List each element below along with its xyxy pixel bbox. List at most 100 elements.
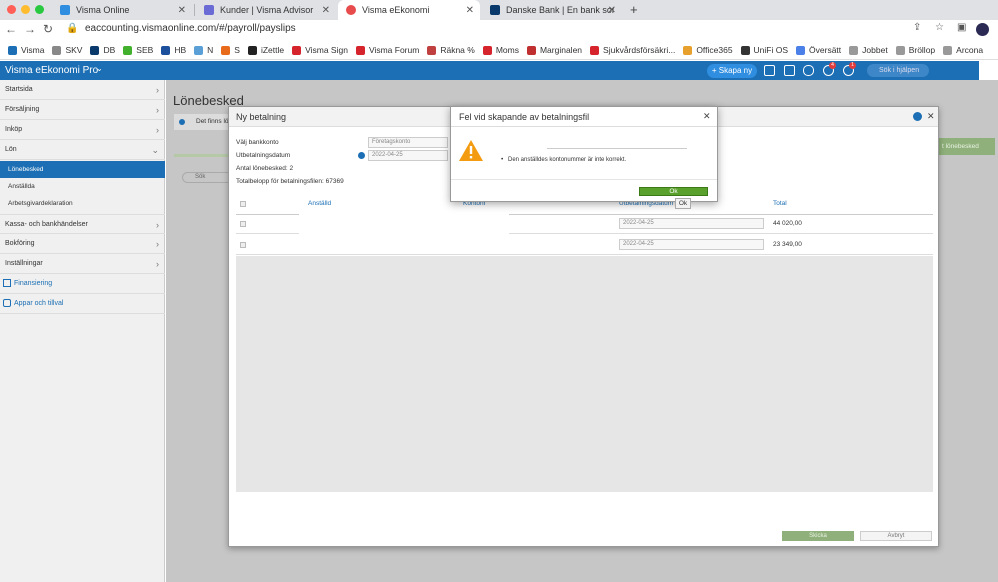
back-icon[interactable]: ← bbox=[5, 22, 17, 36]
payout-date-field[interactable]: 2022-04-25 bbox=[368, 150, 448, 161]
bookmark-item[interactable]: Jobbet bbox=[849, 45, 888, 55]
chat-icon[interactable] bbox=[803, 65, 814, 76]
bank-account-select[interactable]: Företagskonto bbox=[368, 137, 448, 148]
close-icon[interactable]: ✕ bbox=[927, 111, 935, 122]
bookmark-item[interactable]: Visma bbox=[8, 45, 44, 55]
bookmark-item[interactable]: iZettle bbox=[247, 45, 285, 55]
bookmark-item[interactable]: Arcona bbox=[943, 45, 983, 55]
bookmark-item[interactable]: Översätt bbox=[796, 45, 841, 55]
minimize-window-icon[interactable] bbox=[21, 5, 30, 14]
table-empty-area bbox=[236, 256, 933, 492]
browser-tab[interactable]: Visma Online ✕ bbox=[52, 0, 192, 20]
help-search-input[interactable]: Sök i hjälpen bbox=[867, 64, 929, 77]
close-tab-icon[interactable]: ✕ bbox=[608, 5, 616, 16]
close-tab-icon[interactable]: ✕ bbox=[466, 5, 474, 16]
bookmark-label: Jobbet bbox=[862, 45, 888, 55]
divider bbox=[547, 148, 687, 149]
sidebar-icon[interactable]: ▣ bbox=[957, 22, 966, 33]
profile-avatar[interactable] bbox=[976, 23, 989, 36]
bookmark-item[interactable]: Office365 bbox=[683, 45, 733, 55]
bookmark-star-icon[interactable]: ☆ bbox=[935, 22, 944, 33]
sidebar-item-kassa[interactable]: Kassa- och bankhändelser › bbox=[0, 214, 165, 234]
danske-favicon-icon bbox=[490, 5, 500, 15]
browser-tab-active[interactable]: Visma eEkonomi ✕ bbox=[338, 0, 480, 20]
redacted-area bbox=[299, 213, 509, 251]
bookmark-icon bbox=[427, 45, 437, 55]
close-window-icon[interactable] bbox=[7, 5, 16, 14]
row-checkbox[interactable] bbox=[240, 242, 246, 248]
bookmark-label: N bbox=[207, 45, 214, 55]
new-payslip-button[interactable]: t lönebesked bbox=[936, 138, 995, 155]
browser-tab[interactable]: Kunder | Visma Advisor ✕ bbox=[196, 0, 336, 20]
sidebar-subitem-anstallda[interactable]: Anställda bbox=[0, 178, 165, 195]
url-field[interactable]: eaccounting.vismaonline.com/#/payroll/pa… bbox=[85, 23, 296, 34]
sidebar-item-forsaljning[interactable]: Försäljning › bbox=[0, 100, 165, 120]
new-tab-button[interactable]: + bbox=[630, 2, 638, 17]
sidebar-item-appar[interactable]: Appar och tillval bbox=[0, 294, 165, 314]
bookmark-icon bbox=[123, 45, 133, 55]
bookmark-label: iZettle bbox=[260, 45, 285, 55]
sidebar-item-bokforing[interactable]: Bokföring › bbox=[0, 234, 165, 254]
bookmark-item[interactable]: DB bbox=[90, 45, 115, 55]
sidebar-item-label: Inställningar bbox=[5, 260, 43, 267]
close-tab-icon[interactable]: ✕ bbox=[322, 5, 330, 16]
bookmark-item[interactable]: UniFi OS bbox=[740, 45, 788, 55]
sidebar-subitem-arbetsgivardeklaration[interactable]: Arbetsgivardeklaration bbox=[0, 195, 165, 212]
row-date-field[interactable]: 2022-04-25 bbox=[619, 218, 764, 229]
column-header-anstalld[interactable]: Anställd bbox=[308, 200, 331, 207]
send-button[interactable]: Skicka bbox=[782, 531, 854, 541]
document-icon[interactable] bbox=[764, 65, 775, 76]
bookmark-item[interactable]: Visma Forum bbox=[355, 45, 419, 55]
close-tab-icon[interactable]: ✕ bbox=[178, 5, 186, 16]
ok-button[interactable]: Ok bbox=[639, 187, 708, 196]
row-checkbox[interactable] bbox=[240, 221, 246, 227]
bank-icon bbox=[3, 279, 11, 287]
browser-tab[interactable]: Danske Bank | En bank som gö ✕ bbox=[482, 0, 622, 20]
close-icon[interactable]: ✕ bbox=[703, 111, 711, 122]
search-input[interactable]: Sök bbox=[182, 172, 232, 183]
search-placeholder: Sök bbox=[195, 174, 206, 180]
bookmark-item[interactable]: Räkna % bbox=[427, 45, 475, 55]
sidebar-subitem-lonebesked[interactable]: Lönebesked bbox=[0, 161, 165, 178]
sidebar-item-label: Lön bbox=[5, 146, 17, 153]
share-icon[interactable]: ⇪ bbox=[913, 22, 921, 33]
app-brand[interactable]: Visma eEkonomi Pro bbox=[5, 65, 98, 76]
bookmark-item[interactable]: N bbox=[194, 45, 213, 55]
bookmark-icon bbox=[8, 45, 17, 55]
bookmark-item[interactable]: SEB bbox=[123, 45, 153, 55]
print-icon[interactable] bbox=[784, 65, 795, 76]
create-new-button[interactable]: + Skapa ny bbox=[707, 64, 757, 78]
sidebar-item-inkop[interactable]: Inköp › bbox=[0, 120, 165, 140]
bookmark-item[interactable]: S bbox=[221, 45, 240, 55]
reload-icon[interactable]: ↻ bbox=[43, 22, 53, 36]
error-dialog-title: Fel vid skapande av betalningsfil bbox=[459, 112, 590, 122]
eekonomi-favicon-icon bbox=[346, 5, 356, 15]
bookmark-item[interactable]: Bröllop bbox=[895, 45, 936, 55]
bookmark-label: Räkna % bbox=[440, 45, 475, 55]
cancel-button[interactable]: Avbryt bbox=[860, 531, 932, 541]
bookmark-item[interactable]: Marginalen bbox=[526, 45, 582, 55]
select-all-checkbox[interactable] bbox=[240, 201, 246, 207]
bookmark-item[interactable]: Visma Sign bbox=[292, 45, 348, 55]
bookmark-item[interactable]: HB bbox=[161, 45, 186, 55]
sidebar-item-finansiering[interactable]: Finansiering bbox=[0, 274, 165, 294]
bookmark-label: Bröllop bbox=[908, 45, 936, 55]
lock-icon[interactable]: 🔒 bbox=[66, 23, 78, 34]
visma-favicon-icon bbox=[60, 5, 70, 15]
row-date-field[interactable]: 2022-04-25 bbox=[619, 239, 764, 250]
apps-icon bbox=[3, 299, 11, 307]
zoom-window-icon[interactable] bbox=[35, 5, 44, 14]
forward-icon[interactable]: → bbox=[24, 22, 36, 36]
help-icon[interactable] bbox=[913, 112, 922, 121]
bookmark-item[interactable]: Sjukvårdsförsäkri... bbox=[590, 45, 675, 55]
notification-badge: 4 bbox=[829, 62, 836, 69]
sidebar-item-lon[interactable]: Lön ⌄ bbox=[0, 140, 165, 160]
sidebar-item-installningar[interactable]: Inställningar › bbox=[0, 254, 165, 274]
chevron-right-icon: › bbox=[156, 125, 159, 135]
column-header-total[interactable]: Total bbox=[773, 200, 787, 207]
bookmark-item[interactable]: Moms bbox=[482, 45, 519, 55]
bookmark-item[interactable]: SKV bbox=[52, 45, 82, 55]
sidebar-item-startsida[interactable]: Startsida › bbox=[0, 80, 165, 100]
chevron-down-icon[interactable]: ⌄ bbox=[96, 64, 103, 73]
browser-tab-bar: Visma Online ✕ Kunder | Visma Advisor ✕ … bbox=[0, 0, 998, 20]
